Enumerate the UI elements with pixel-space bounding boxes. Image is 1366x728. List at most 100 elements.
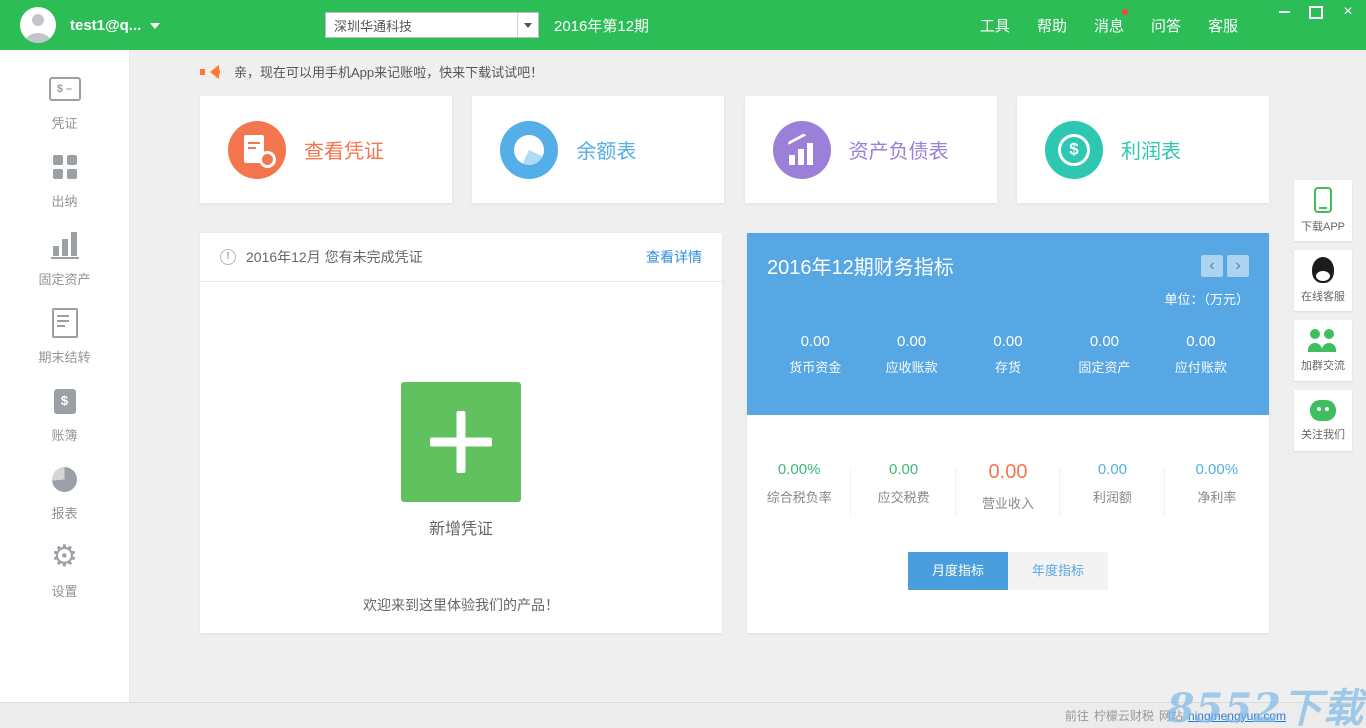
sidebar-item-period-end[interactable]: 期末结转	[0, 298, 129, 376]
fixed-assets-icon	[49, 230, 81, 260]
float-join-group[interactable]: 加群交流	[1294, 320, 1352, 381]
footer-prefix: 前往	[1065, 707, 1089, 724]
sidebar-item-settings[interactable]: 设置	[0, 532, 129, 610]
float-follow-us[interactable]: 关注我们	[1294, 390, 1352, 451]
float-menu: 下载APP 在线客服 加群交流 关注我们	[1294, 180, 1352, 451]
notification-dot	[1122, 9, 1128, 15]
metric-tax-payable: 0.00 应交税费	[851, 461, 955, 512]
notice-text: 亲，现在可以用手机App来记账啦，快来下载试试吧！	[234, 62, 543, 81]
card-profit-sheet[interactable]: 利润表	[1017, 96, 1269, 203]
card-label: 利润表	[1121, 135, 1181, 164]
card-assets-liabilities[interactable]: 资产负债表	[745, 96, 997, 203]
maximize-icon[interactable]	[1304, 3, 1328, 21]
float-item-label: 关注我们	[1301, 426, 1345, 442]
pie-chart-icon	[500, 121, 558, 179]
info-icon	[220, 249, 236, 265]
indicators-white-section: 0.00% 综合税负率 0.00 应交税费 0.00 营业收入 0.00 利润额…	[747, 415, 1269, 633]
sidebar-item-label: 账簿	[51, 425, 77, 444]
user-menu[interactable]: test1@q...	[70, 0, 160, 50]
metric-value: 0.00	[960, 333, 1056, 350]
select-caret-icon	[517, 13, 538, 37]
card-label: 查看凭证	[304, 135, 384, 164]
sidebar-item-label: 固定资产	[38, 269, 90, 288]
metric-net-margin: 0.00% 净利率	[1165, 461, 1269, 512]
indicators-title: 2016年12期财务指标	[767, 251, 954, 280]
voucher-panel: 2016年12月 您有未完成凭证 查看详情 新增凭证 欢迎来到这里体验我们的产品…	[200, 233, 722, 633]
metric-inventory: 0.00 存货	[960, 333, 1056, 376]
company-select-value: 深圳华通科技	[334, 16, 412, 35]
tab-monthly[interactable]: 月度指标	[908, 552, 1008, 590]
metric-label: 货币资金	[767, 357, 863, 376]
prev-period-button[interactable]	[1201, 255, 1223, 277]
add-voucher-button[interactable]	[401, 382, 521, 502]
sidebar-item-reports[interactable]: 报表	[0, 454, 129, 532]
card-view-voucher[interactable]: 查看凭证	[200, 96, 452, 203]
speaker-icon	[200, 64, 222, 80]
indicators-nav	[1201, 255, 1249, 277]
cashier-icon	[49, 152, 81, 182]
metric-payables: 0.00 应付账款	[1153, 333, 1249, 376]
voucher-icon	[49, 74, 81, 104]
minimize-icon[interactable]	[1272, 3, 1296, 21]
float-download-app[interactable]: 下载APP	[1294, 180, 1352, 241]
metric-label: 应交税费	[851, 487, 955, 506]
tab-yearly[interactable]: 年度指标	[1008, 552, 1108, 590]
menu-qa[interactable]: 问答	[1151, 15, 1181, 36]
period-label: 2016年第12期	[554, 0, 649, 50]
card-label: 余额表	[576, 135, 636, 164]
wechat-icon	[1310, 400, 1336, 421]
shortcut-cards: 查看凭证 余额表 资产负债表 利润表	[200, 96, 1269, 203]
sidebar: 凭证 出纳 固定资产 期末结转 账簿 报表 设置	[0, 50, 130, 702]
voucher-panel-header: 2016年12月 您有未完成凭证 查看详情	[200, 233, 722, 282]
metric-value: 0.00	[851, 461, 955, 478]
sidebar-item-fixed-assets[interactable]: 固定资产	[0, 220, 129, 298]
company-select[interactable]: 深圳华通科技	[325, 12, 539, 38]
avatar[interactable]	[20, 7, 56, 43]
metric-label: 利润额	[1060, 487, 1164, 506]
next-period-button[interactable]	[1227, 255, 1249, 277]
voucher-search-icon	[228, 121, 286, 179]
metric-profit: 0.00 利润额	[1060, 461, 1164, 512]
metric-value: 0.00	[1153, 333, 1249, 350]
card-balance-sheet[interactable]: 余额表	[472, 96, 724, 203]
metric-label: 存货	[960, 357, 1056, 376]
view-details-link[interactable]: 查看详情	[646, 247, 702, 267]
sidebar-item-cashier[interactable]: 出纳	[0, 142, 129, 220]
sidebar-item-voucher[interactable]: 凭证	[0, 64, 129, 142]
secondary-metrics: 0.00% 综合税负率 0.00 应交税费 0.00 营业收入 0.00 利润额…	[747, 415, 1269, 512]
ledger-icon	[49, 386, 81, 416]
titlebar: test1@q... 深圳华通科技 2016年第12期 工具 帮助 消息 问答 …	[0, 0, 1366, 50]
metric-revenue: 0.00 营业收入	[956, 461, 1060, 512]
chevron-down-icon	[150, 23, 160, 34]
bar-chart-icon	[773, 121, 831, 179]
indicators-blue-section: 2016年12期财务指标 单位：（万元） 0.00 货币资金 0.00 应收账款…	[747, 233, 1269, 415]
menu-service[interactable]: 客服	[1208, 15, 1238, 36]
metric-value: 0.00	[1060, 461, 1164, 478]
menu-tools[interactable]: 工具	[980, 15, 1010, 36]
titlebar-menu: 工具 帮助 消息 问答 客服	[980, 0, 1238, 50]
qq-penguin-icon	[1312, 257, 1334, 283]
unit-label: 单位：（万元）	[767, 289, 1249, 308]
period-end-icon	[49, 308, 81, 338]
metric-value: 0.00	[767, 333, 863, 350]
watermark: 8552下载	[1167, 676, 1364, 728]
menu-help[interactable]: 帮助	[1037, 15, 1067, 36]
metric-fixed-assets: 0.00 固定资产	[1056, 333, 1152, 376]
gear-icon	[49, 542, 81, 572]
primary-metrics: 0.00 货币资金 0.00 应收账款 0.00 存货 0.00 固定资产 0.…	[767, 333, 1249, 376]
footer: 前往 柠檬云财税 网站 ningmengyun.com	[0, 702, 1366, 728]
sidebar-item-label: 设置	[51, 581, 77, 600]
metric-cash: 0.00 货币资金	[767, 333, 863, 376]
sidebar-item-ledger[interactable]: 账簿	[0, 376, 129, 454]
indicators-panel: 2016年12期财务指标 单位：（万元） 0.00 货币资金 0.00 应收账款…	[747, 233, 1269, 633]
float-item-label: 在线客服	[1301, 288, 1345, 304]
menu-messages[interactable]: 消息	[1094, 15, 1124, 36]
metric-value: 0.00	[956, 461, 1060, 484]
float-item-label: 加群交流	[1301, 357, 1345, 373]
close-icon[interactable]: ×	[1336, 3, 1360, 21]
metric-value: 0.00	[1056, 333, 1152, 350]
float-online-service[interactable]: 在线客服	[1294, 250, 1352, 311]
voucher-panel-body: 新增凭证 欢迎来到这里体验我们的产品！	[200, 382, 722, 615]
metric-label: 固定资产	[1056, 357, 1152, 376]
metric-value: 0.00%	[747, 461, 851, 478]
